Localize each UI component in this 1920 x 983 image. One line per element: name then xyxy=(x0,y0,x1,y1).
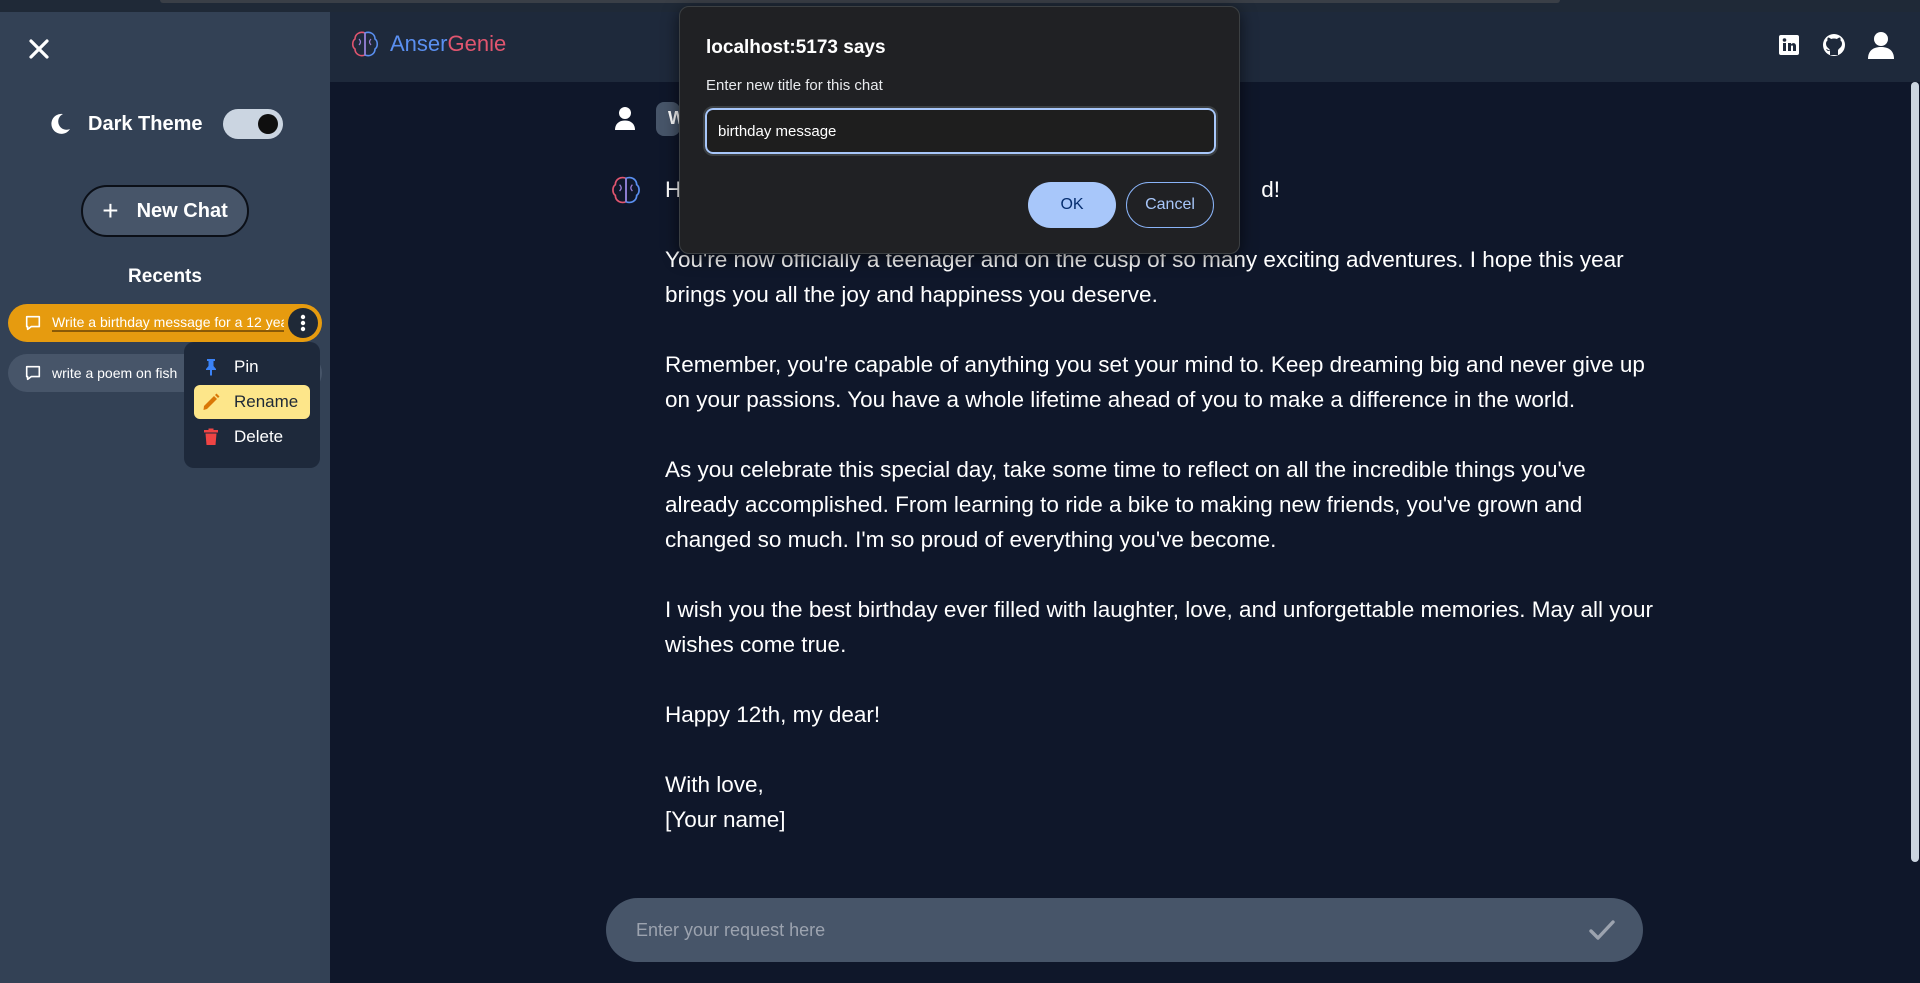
chat-bubble-icon xyxy=(25,315,41,331)
github-icon[interactable] xyxy=(1821,32,1847,58)
bot-paragraph: As you celebrate this special day, take … xyxy=(665,457,1586,552)
bot-paragraph: I wish you the best birthday ever filled… xyxy=(665,597,1654,657)
cancel-button[interactable]: Cancel xyxy=(1126,182,1214,228)
brand-logo[interactable]: AnserGenie xyxy=(350,29,506,59)
chat-options-button[interactable] xyxy=(288,308,318,338)
pencil-icon xyxy=(203,393,220,410)
bot-paragraph: Happy 12th, my dear! xyxy=(665,702,881,727)
bot-signoff: With love, xyxy=(665,772,764,797)
brand-name-part2: Genie xyxy=(447,31,507,56)
ok-button[interactable]: OK xyxy=(1028,182,1116,228)
theme-label: Dark Theme xyxy=(88,112,203,135)
user-avatar-icon xyxy=(615,107,635,130)
scrollbar[interactable] xyxy=(1910,82,1920,862)
close-icon xyxy=(29,39,49,59)
prompt-input[interactable] xyxy=(636,919,1536,941)
chat-item-active[interactable]: Write a birthday message for a 12 year o… xyxy=(8,304,322,342)
plus-icon: + xyxy=(102,195,119,226)
more-vertical-icon xyxy=(300,314,306,332)
menu-item-label: Delete xyxy=(234,427,284,446)
user-profile-icon[interactable] xyxy=(1866,30,1896,60)
user-message-bubble: W xyxy=(656,102,680,136)
chat-context-menu: Pin Rename Delete xyxy=(184,342,320,468)
prompt-bar xyxy=(606,898,1643,962)
dark-theme-toggle[interactable] xyxy=(222,109,283,139)
menu-item-pin[interactable]: Pin xyxy=(194,350,310,384)
pin-icon xyxy=(206,359,216,376)
brand-name-part1: Anser xyxy=(390,31,448,56)
menu-item-label: Rename xyxy=(234,392,299,411)
dialog-title: localhost:5173 says xyxy=(706,37,886,58)
trash-icon xyxy=(204,428,218,445)
menu-item-rename[interactable]: Rename xyxy=(194,385,310,419)
menu-item-delete[interactable]: Delete xyxy=(194,420,310,454)
close-sidebar-button[interactable] xyxy=(24,34,54,64)
brain-logo-icon xyxy=(351,31,379,57)
chat-item-title: Write a birthday message for a 12 year o… xyxy=(52,314,284,332)
dialog-message: Enter new title for this chat xyxy=(706,77,883,94)
bot-message: Hd! You're now officially a teenager and… xyxy=(665,172,1665,837)
recents-heading: Recents xyxy=(128,266,202,287)
bot-signature: [Your name] xyxy=(665,807,786,832)
new-chat-label: New Chat xyxy=(136,199,228,222)
bot-avatar-icon xyxy=(612,176,640,204)
bot-paragraph: Remember, you're capable of anything you… xyxy=(665,352,1645,412)
sidebar: Dark Theme + New Chat Recents Write a bi… xyxy=(0,12,330,983)
linkedin-icon[interactable] xyxy=(1776,32,1802,58)
dialog-title-input[interactable] xyxy=(703,106,1218,156)
theme-row: Dark Theme xyxy=(48,106,283,142)
send-check-icon[interactable] xyxy=(1589,918,1615,942)
bot-line1-end: d! xyxy=(1261,177,1281,202)
chat-bubble-icon xyxy=(25,365,41,381)
moon-icon xyxy=(51,113,70,134)
rename-dialog: localhost:5173 says Enter new title for … xyxy=(679,6,1240,254)
new-chat-button[interactable]: + New Chat xyxy=(81,185,249,237)
menu-item-label: Pin xyxy=(234,357,259,376)
user-message-row: W xyxy=(610,102,680,136)
scrollbar-thumb[interactable] xyxy=(1911,82,1919,862)
